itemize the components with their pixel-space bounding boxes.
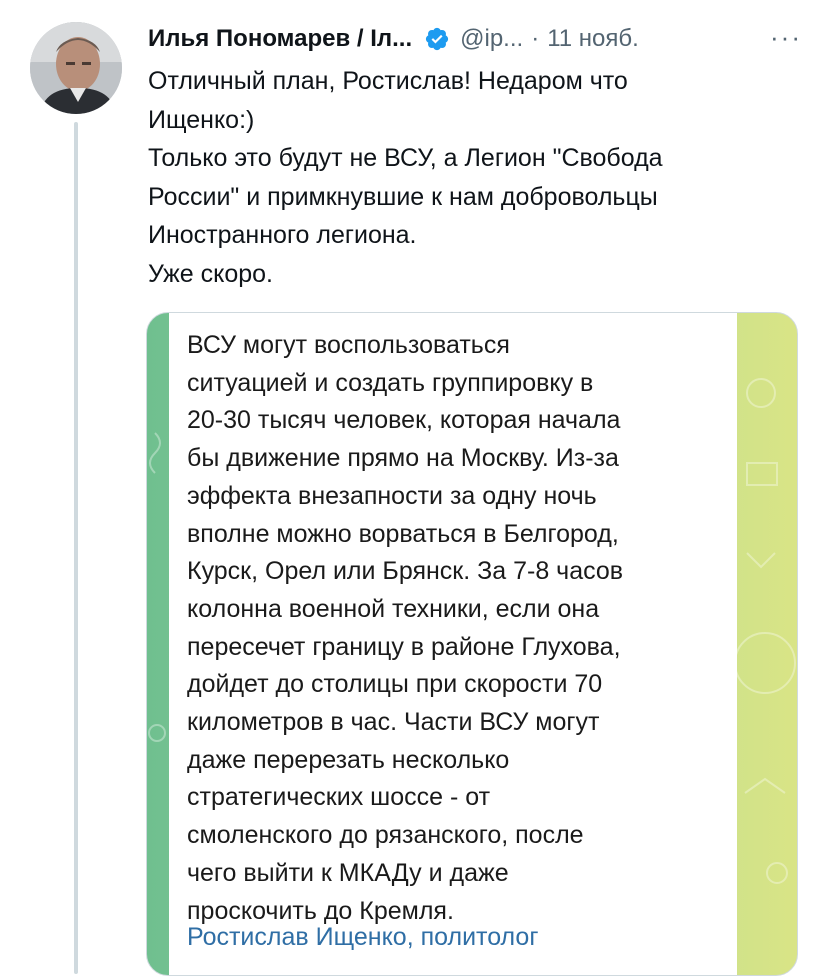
author-name[interactable]: Илья Пономарев / Іл...: [148, 25, 412, 53]
thread-line: [74, 122, 78, 974]
quote-line: километров в час. Части ВСУ могут: [187, 708, 600, 737]
tweet-header: Илья Пономарев / Іл... @ip... · 11 нояб.…: [148, 22, 808, 56]
tweet-line: Ищенко:): [148, 105, 255, 134]
quote-line: стратегических шоссе - от: [187, 783, 491, 812]
tweet-text: Отличный план, Ростислав! Недаром что Ищ…: [148, 62, 788, 293]
quote-line: 20-30 тысяч человек, которая начала: [187, 406, 621, 435]
separator-dot: ·: [531, 25, 540, 52]
quote-line: Курск, Орел или Брянск. За 7-8 часов: [187, 557, 624, 586]
avatar[interactable]: [30, 22, 122, 114]
tweet-line: Иностранного легиона.: [148, 221, 417, 249]
tweet-line: Уже скоро.: [148, 259, 273, 288]
tweet-date[interactable]: 11 нояб.: [547, 25, 639, 53]
tweet-media-image[interactable]: ВСУ могут воспользоваться ситуацией и со…: [146, 312, 798, 976]
quote-line: ситуацией и создать группировку в: [187, 368, 594, 397]
verified-badge-icon: [424, 26, 450, 52]
author-handle[interactable]: @ip...: [460, 25, 523, 53]
quote-line: дойдет до столицы при скорости 70: [187, 670, 603, 699]
quoted-message-text: ВСУ могут воспользоваться ситуацией и со…: [187, 327, 727, 930]
quote-line: эффекта внезапности за одну ночь: [187, 481, 597, 510]
more-options-icon[interactable]: ···: [770, 22, 802, 53]
quote-line: колонна военной техники, если она: [187, 594, 600, 623]
quote-line: даже перерезать несколько: [187, 745, 510, 774]
tweet-line: Отличный план, Ростислав! Недаром что: [148, 67, 628, 95]
quote-line: чего выйти к МКАДу и даже: [187, 858, 509, 887]
quote-line: ВСУ могут воспользоваться: [187, 331, 510, 359]
quote-line: смоленского до рязанского, после: [187, 821, 584, 850]
tweet-line: России" и примкнувшие к нам добровольцы: [148, 182, 658, 211]
tweet-line: Только это будут не ВСУ, а Легион "Свобо…: [148, 144, 663, 172]
quote-line: вполне можно ворваться в Белгород,: [187, 519, 619, 548]
avatar-image: [30, 22, 122, 114]
quote-author: Ростислав Ищенко, политолог: [187, 923, 539, 951]
quote-line: бы движение прямо на Москву. Из-за: [187, 444, 619, 473]
quote-line: пересечет границу в районе Глухова,: [187, 632, 621, 661]
